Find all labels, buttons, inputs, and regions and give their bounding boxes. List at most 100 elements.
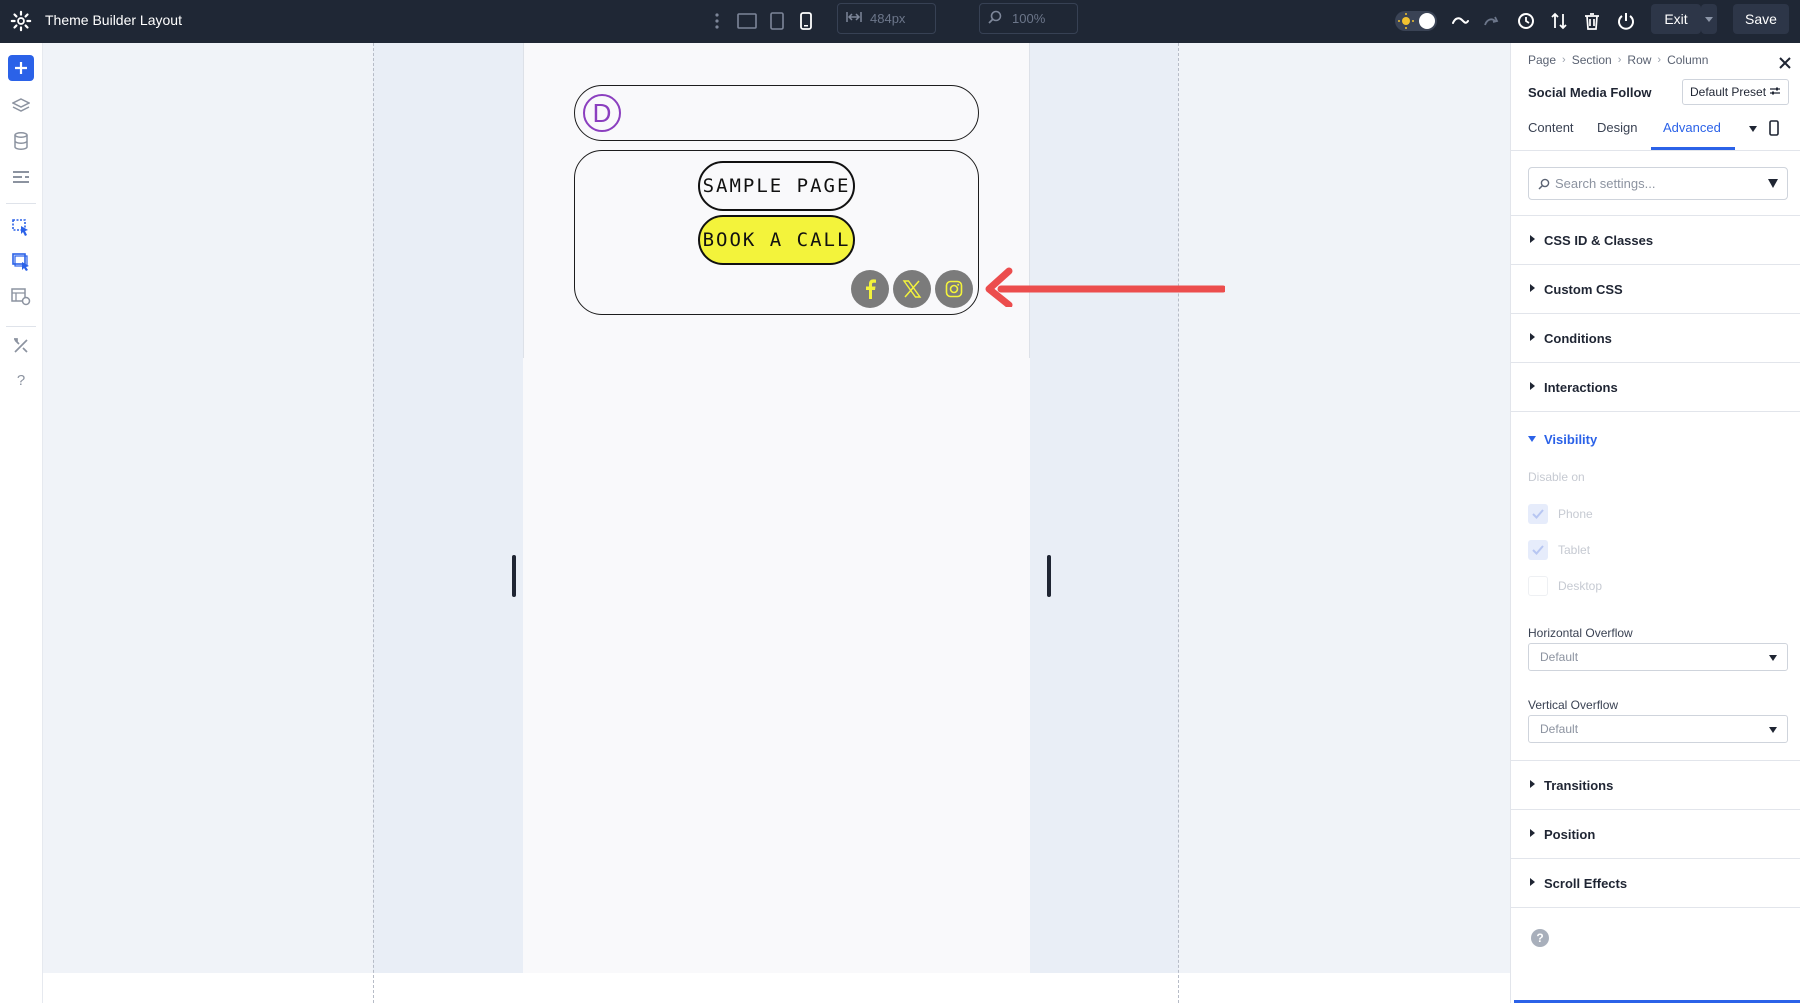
search-placeholder: Search settings...	[1555, 176, 1656, 191]
breadcrumb-column[interactable]: Column	[1667, 53, 1708, 67]
help-icon[interactable]: ?	[8, 367, 34, 393]
search-icon	[1538, 178, 1550, 193]
section-label: Transitions	[1544, 778, 1614, 793]
breadcrumb-section[interactable]: Section	[1572, 53, 1612, 67]
sample-page-button[interactable]: SAMPLE PAGE	[698, 161, 855, 211]
preset-select[interactable]: Default Preset	[1682, 79, 1789, 105]
sidebar-divider	[6, 326, 36, 327]
more-vertical-icon[interactable]	[705, 9, 729, 33]
desktop-view-icon[interactable]	[735, 9, 759, 33]
sort-arrows-icon[interactable]	[1547, 9, 1571, 33]
section-css-id-classes[interactable]: CSS ID & Classes	[1511, 216, 1800, 265]
chevron-down-icon	[1769, 727, 1777, 733]
resize-handle-left[interactable]	[512, 555, 516, 597]
chevron-down-icon	[1769, 655, 1777, 661]
viewport-guide-right	[1178, 43, 1179, 1003]
layers-icon[interactable]	[8, 93, 34, 119]
breadcrumb-page[interactable]: Page	[1528, 53, 1556, 67]
tablet-view-icon[interactable]	[765, 9, 789, 33]
database-icon[interactable]	[8, 128, 34, 154]
phone-label: Phone	[1558, 507, 1593, 521]
tab-content[interactable]: Content	[1528, 120, 1574, 135]
resize-handle-right[interactable]	[1047, 555, 1051, 597]
horizontal-overflow-select[interactable]: Default	[1528, 643, 1788, 671]
logo[interactable]: D	[583, 94, 621, 132]
chevron-right-icon: ›	[1617, 54, 1622, 66]
right-gutter	[1030, 43, 1178, 973]
check-icon	[1532, 545, 1544, 555]
vertical-overflow-select[interactable]: Default	[1528, 715, 1788, 743]
page-edge-left	[523, 43, 524, 358]
tablet-checkbox[interactable]	[1528, 540, 1548, 560]
panel-tabs: Content Design Advanced	[1511, 107, 1800, 151]
phone-checkbox[interactable]	[1528, 504, 1548, 524]
x-icon[interactable]	[893, 270, 931, 308]
select-value: Default	[1540, 722, 1579, 736]
power-icon[interactable]	[1614, 9, 1638, 33]
section-label: Position	[1544, 827, 1596, 842]
close-icon[interactable]	[1777, 55, 1793, 71]
width-field[interactable]: 484px	[837, 3, 936, 34]
tools-icon[interactable]	[8, 333, 34, 359]
exit-dropdown-button[interactable]	[1701, 4, 1717, 34]
theme-toggle-icon[interactable]	[1394, 9, 1438, 33]
section-custom-css[interactable]: Custom CSS	[1511, 265, 1800, 314]
zoom-field[interactable]: 100%	[979, 3, 1078, 34]
menu-row[interactable]: SAMPLE PAGE BOOK A CALL	[574, 150, 979, 315]
preset-label: Default Preset	[1690, 85, 1767, 99]
multi-select-icon[interactable]	[8, 249, 34, 275]
caret-right-icon	[1530, 382, 1535, 390]
layout-icon[interactable]	[8, 164, 34, 190]
section-conditions[interactable]: Conditions	[1511, 314, 1800, 363]
caret-right-icon	[1530, 284, 1535, 292]
exit-button[interactable]: Exit	[1651, 4, 1701, 34]
caret-right-icon	[1530, 333, 1535, 341]
disable-on-label: Disable on	[1528, 470, 1585, 484]
viewport-guide-left	[373, 43, 374, 1003]
section-position[interactable]: Position	[1511, 810, 1800, 859]
add-icon[interactable]	[8, 55, 34, 81]
desktop-label: Desktop	[1558, 579, 1603, 593]
section-label: CSS ID & Classes	[1544, 233, 1654, 248]
tab-dropdown-icon[interactable]	[1749, 126, 1757, 132]
tab-advanced[interactable]: Advanced	[1663, 120, 1721, 135]
desktop-checkbox[interactable]	[1528, 576, 1548, 596]
breadcrumb-row[interactable]: Row	[1627, 53, 1651, 67]
sidebar-divider	[6, 203, 36, 204]
question-icon[interactable]: ?	[1531, 929, 1549, 947]
settings-panel: Page › Section › Row › Column Social Med…	[1510, 43, 1800, 1003]
check-icon	[1532, 509, 1544, 519]
filter-icon[interactable]	[1768, 179, 1778, 188]
undo-icon[interactable]	[1448, 9, 1472, 33]
caret-right-icon	[1530, 878, 1535, 886]
caret-right-icon	[1530, 780, 1535, 788]
instagram-icon[interactable]	[935, 270, 973, 308]
save-button[interactable]: Save	[1733, 4, 1789, 34]
select-element-icon[interactable]	[8, 215, 34, 241]
section-transitions[interactable]: Transitions	[1511, 761, 1800, 810]
trash-icon[interactable]	[1580, 9, 1604, 33]
facebook-icon[interactable]	[851, 270, 889, 308]
left-sidebar: ?	[0, 43, 43, 1003]
tab-design[interactable]: Design	[1597, 120, 1637, 135]
header-row[interactable]: D	[574, 85, 979, 141]
gear-icon[interactable]	[10, 10, 32, 32]
active-tab-indicator	[1651, 147, 1735, 150]
section-label: Visibility	[1544, 432, 1598, 447]
phone-view-icon[interactable]	[794, 9, 818, 33]
width-value: 484px	[870, 11, 906, 26]
section-scroll-effects[interactable]: Scroll Effects	[1511, 859, 1800, 908]
search-input[interactable]: Search settings...	[1528, 167, 1788, 200]
module-title: Social Media Follow	[1528, 85, 1652, 100]
phone-view-icon[interactable]	[1769, 120, 1779, 141]
template-settings-icon[interactable]	[8, 284, 34, 310]
book-a-call-button[interactable]: BOOK A CALL	[698, 215, 855, 265]
caret-right-icon	[1530, 235, 1535, 243]
sliders-icon	[1770, 85, 1781, 99]
annotation-arrow-icon	[983, 265, 1227, 312]
zoom-value: 100%	[1012, 11, 1046, 26]
section-interactions[interactable]: Interactions	[1511, 363, 1800, 412]
redo-icon[interactable]	[1480, 9, 1504, 33]
section-label: Conditions	[1544, 331, 1612, 346]
history-icon[interactable]	[1514, 9, 1538, 33]
